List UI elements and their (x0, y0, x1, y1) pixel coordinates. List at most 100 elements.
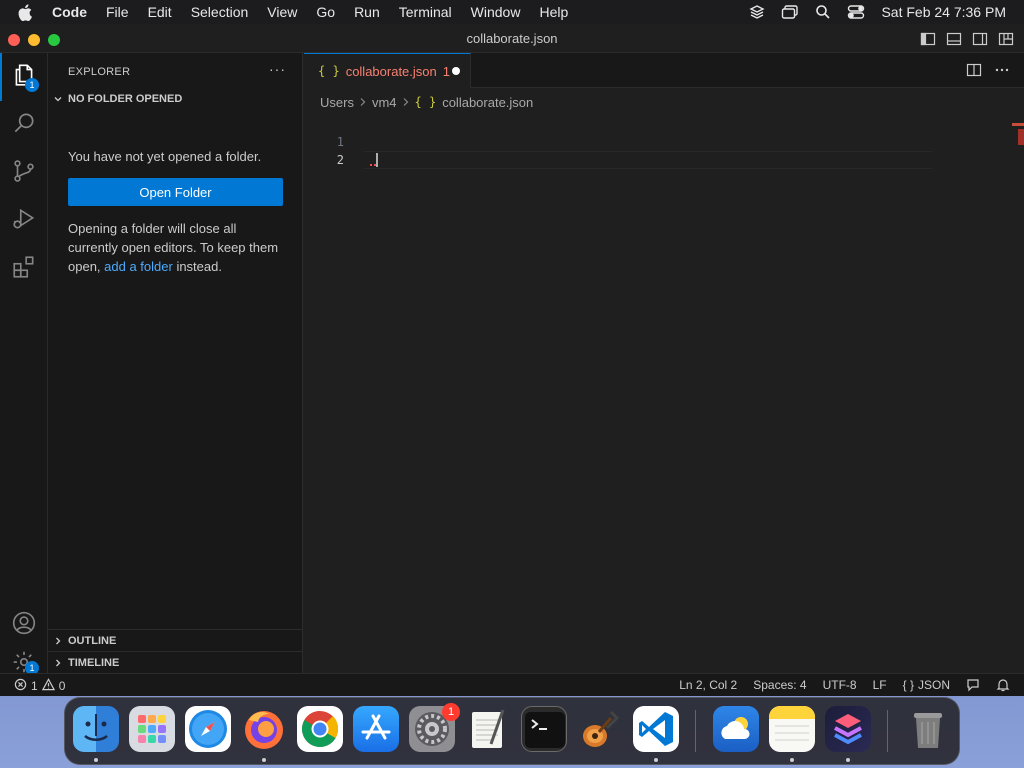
launchpad-icon (138, 715, 166, 743)
activity-run-debug[interactable] (0, 197, 48, 245)
no-folder-message: You have not yet opened a folder. (68, 149, 262, 164)
activity-source-control[interactable] (0, 149, 48, 197)
breadcrumb-file[interactable]: collaborate.json (442, 95, 533, 110)
menu-view[interactable]: View (267, 4, 297, 20)
screen-mirroring-icon[interactable] (781, 4, 799, 20)
apple-logo-icon[interactable] (18, 3, 38, 21)
toggle-primary-sidebar-icon[interactable] (920, 31, 936, 47)
breadcrumb-vm4[interactable]: vm4 (372, 95, 397, 110)
menu-clock[interactable]: Sat Feb 24 7:36 PM (881, 4, 1006, 20)
end-of-line[interactable]: LF (873, 678, 887, 692)
split-editor-icon[interactable] (966, 62, 982, 83)
cursor-position[interactable]: Ln 2, Col 2 (679, 678, 737, 692)
dock-separator (887, 710, 888, 752)
notes-running-dot (790, 758, 794, 762)
dock-shortcuts[interactable] (825, 706, 871, 752)
no-folder-section-header[interactable]: NO FOLDER OPENED (48, 88, 303, 110)
open-folder-info-suffix: instead. (172, 259, 222, 274)
dock-safari[interactable] (185, 706, 231, 752)
dock-textedit[interactable] (465, 706, 511, 752)
app-store-icon (361, 714, 391, 740)
activity-explorer[interactable]: 1 (0, 53, 48, 101)
activity-extensions[interactable] (0, 245, 48, 293)
toggle-secondary-sidebar-icon[interactable] (972, 31, 988, 47)
notifications-bell-icon[interactable] (996, 678, 1010, 692)
explorer-more-actions[interactable]: ··· (269, 61, 286, 77)
code-line[interactable]: 1 (304, 133, 1024, 151)
notes-icon (769, 706, 815, 741)
dock-launchpad[interactable] (129, 706, 175, 752)
language-mode[interactable]: { } JSON (903, 678, 950, 692)
no-folder-section-title: NO FOLDER OPENED (68, 93, 183, 105)
menu-run[interactable]: Run (354, 4, 380, 20)
dock-chrome[interactable] (297, 706, 343, 752)
textedit-icon (472, 709, 505, 748)
menu-file[interactable]: File (106, 4, 129, 20)
breadcrumb-users[interactable]: Users (320, 95, 354, 110)
dock-trash[interactable] (905, 706, 951, 752)
menu-edit[interactable]: Edit (148, 4, 172, 20)
error-icon (14, 678, 27, 694)
dock-garageband[interactable] (577, 706, 623, 752)
dock-weather[interactable] (713, 706, 759, 752)
shortcuts-icon (834, 714, 862, 745)
line-number: 2 (336, 153, 344, 167)
activity-accounts[interactable] (0, 601, 48, 649)
dock-vscode[interactable] (633, 706, 679, 752)
menu-help[interactable]: Help (539, 4, 568, 20)
accounts-icon (11, 610, 37, 641)
menu-window[interactable]: Window (471, 4, 521, 20)
guitar-icon (583, 710, 620, 747)
firefox-icon (245, 711, 283, 749)
macos-menu-bar: Code File Edit Selection View Go Run Ter… (0, 0, 1024, 24)
system-settings-badge: 1 (442, 703, 460, 721)
tab-collaborate-json[interactable]: { } collaborate.json 1 (304, 53, 471, 88)
feedback-icon[interactable] (966, 678, 980, 692)
dock-app-store[interactable] (353, 706, 399, 752)
spotlight-search-icon[interactable] (815, 4, 831, 20)
explorer-badge: 1 (25, 78, 39, 92)
outline-section-header[interactable]: OUTLINE (48, 630, 303, 652)
dock-firefox[interactable] (241, 706, 287, 752)
weather-cloud-sun-icon (721, 717, 750, 739)
menu-app-name[interactable]: Code (52, 4, 87, 20)
activity-manage[interactable]: 1 (0, 649, 48, 675)
toggle-panel-icon[interactable] (946, 31, 962, 47)
menu-selection[interactable]: Selection (191, 4, 249, 20)
menu-go[interactable]: Go (316, 4, 335, 20)
dock-separator (695, 710, 696, 752)
code-line-current[interactable]: 2 (304, 151, 1024, 169)
dock-notes[interactable] (769, 706, 815, 752)
layers-icon[interactable] (749, 4, 766, 20)
editor-area: { } collaborate.json 1 Users vm4 {} col… (304, 53, 1024, 673)
indentation[interactable]: Spaces: 4 (753, 678, 806, 692)
status-right: Ln 2, Col 2 Spaces: 4 UTF-8 LF { } JSON (679, 678, 1010, 692)
timeline-section-header[interactable]: TIMELINE (48, 652, 303, 674)
status-bar: 1 0 Ln 2, Col 2 Spaces: 4 UTF-8 LF { } J… (0, 673, 1024, 696)
run-debug-icon (11, 206, 37, 237)
editor-actions (966, 62, 1010, 83)
open-folder-button[interactable]: Open Folder (68, 178, 283, 206)
activity-search[interactable] (0, 101, 48, 149)
error-marker (1018, 129, 1024, 145)
error-count: 1 (31, 679, 38, 693)
unsaved-dot-icon[interactable] (452, 67, 460, 75)
add-folder-link[interactable]: add a folder (104, 259, 173, 274)
layout-controls (920, 31, 1014, 47)
open-folder-info: Opening a folder will close all currentl… (68, 219, 288, 276)
more-actions-icon[interactable] (994, 62, 1010, 83)
chevron-down-icon (48, 94, 68, 104)
dock-finder[interactable] (73, 706, 119, 752)
problems-status[interactable]: 1 0 (14, 678, 65, 694)
window-title: collaborate.json (466, 31, 558, 46)
customize-layout-icon[interactable] (998, 31, 1014, 47)
terminal-prompt-icon (525, 712, 565, 748)
dock-terminal[interactable] (521, 706, 567, 752)
overview-ruler[interactable] (1010, 109, 1024, 669)
menu-terminal[interactable]: Terminal (399, 4, 452, 20)
control-center-icon[interactable] (847, 4, 865, 20)
outline-title: OUTLINE (68, 635, 117, 647)
firefox-running-dot (262, 758, 266, 762)
encoding[interactable]: UTF-8 (823, 678, 857, 692)
menu-extras: Sat Feb 24 7:36 PM (749, 0, 1006, 24)
